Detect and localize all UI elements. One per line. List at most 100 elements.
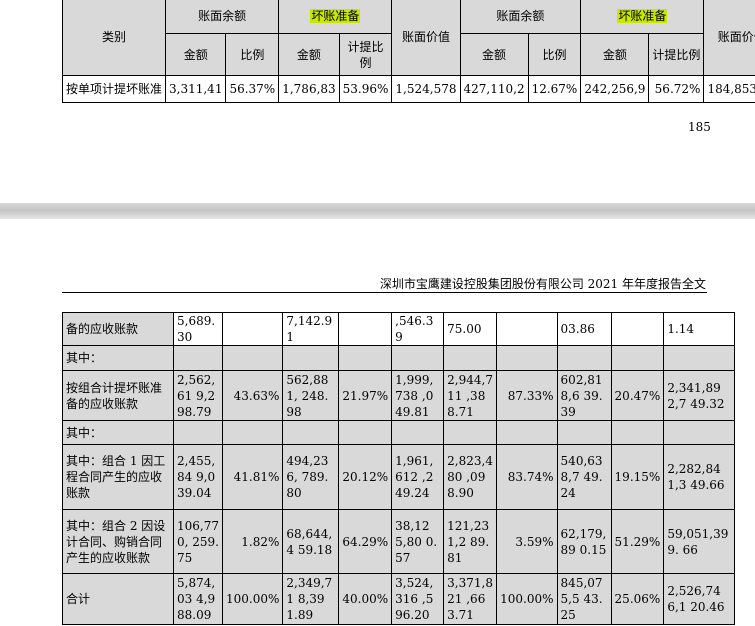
cell — [496, 345, 558, 371]
cell: 2,526,746,1 20.46 — [663, 573, 736, 625]
table-row: 其中： — [62, 420, 736, 445]
cell: 1.82% — [221, 509, 284, 574]
cell — [496, 312, 558, 346]
cell: 3,524,316 ,596.20 — [391, 573, 445, 625]
cell — [610, 345, 665, 371]
row-label: 按单项计提坏账准 — [61, 75, 167, 103]
cell: 2,562,61 9,298.79 — [173, 370, 223, 421]
cell: 53.96% — [338, 75, 393, 103]
cell — [221, 312, 284, 346]
table-row: 合计 5,874,03 4,988.09 100.00% 2,349,71 8,391… — [62, 573, 736, 625]
cell: 68,644,4 59.18 — [282, 509, 340, 574]
cell: 1,786,83 — [278, 75, 340, 103]
receivables-table-bottom: 备的应收账款 5,689.30 7,142.91 ,546.39 75.00 03.86 1… — [62, 312, 736, 625]
sub-amount: 金额 — [278, 33, 340, 76]
cell — [338, 420, 393, 445]
cell: 83.74% — [496, 444, 558, 510]
header-book-value-2: 账面价值 — [703, 0, 755, 76]
cell: 64.29% — [338, 509, 393, 574]
cell: 03.86 — [556, 312, 612, 346]
cell: 184,853,37 — [703, 75, 755, 103]
cell — [173, 420, 223, 445]
cell — [338, 312, 393, 346]
cell — [443, 420, 498, 445]
row-label: 合计 — [62, 573, 174, 625]
sub-amount: 金额 — [165, 33, 227, 76]
cell: 56.72% — [648, 75, 705, 103]
header-book-balance-2: 账面余额 — [459, 0, 582, 34]
page-gap — [0, 203, 755, 219]
cell — [443, 345, 498, 371]
page-bottom: 深圳市宝鹰建设控股集团股份有限公司 2021 年年度报告全文 备的应收账款 5,6… — [0, 219, 755, 626]
cell: 2,282,841,3 49.66 — [663, 444, 736, 510]
cell: 100.00% — [496, 573, 558, 625]
cell — [338, 345, 393, 371]
cell: 38,125,80 0.57 — [391, 509, 445, 574]
cell: 540,638,7 49.24 — [556, 444, 612, 510]
header-category: 类别 — [61, 0, 167, 76]
cell: 43.63% — [221, 370, 284, 421]
sub-ratio: 比例 — [527, 33, 582, 76]
cell: 1.14 — [663, 312, 736, 346]
cell: 3,311,41 — [165, 75, 227, 103]
cell: 3,371,821 ,663.71 — [443, 573, 498, 625]
cell: 242,256,9 — [580, 75, 650, 103]
header-book-value: 账面价值 — [391, 0, 461, 76]
cell: 7,142.91 — [282, 312, 340, 346]
cell: 121,231,2 89.81 — [443, 509, 498, 574]
cell: 20.47% — [610, 370, 665, 421]
cell: 427,110,2 — [459, 75, 529, 103]
cell — [221, 345, 284, 371]
cell: 20.12% — [338, 444, 393, 510]
header-bad-debt: 坏账准备 — [278, 0, 393, 34]
cell: 3.59% — [496, 509, 558, 574]
table-row: 备的应收账款 5,689.30 7,142.91 ,546.39 75.00 03.86 1… — [62, 312, 736, 346]
cell: 12.67% — [527, 75, 582, 103]
row-label: 按组合计提坏账准备的应收账款 — [62, 370, 174, 421]
cell: 100.00% — [221, 573, 284, 625]
table-row: 其中： — [62, 345, 736, 371]
cell: 2,823,480 ,098.90 — [443, 444, 498, 510]
receivables-table-top: 类别 账面余额 坏账准备 账面价值 账面余额 坏账准备 账面价值 金额 比例 金… — [61, 0, 755, 103]
row-label: 备的应收账款 — [62, 312, 174, 346]
cell — [391, 420, 445, 445]
cell: 40.00% — [338, 573, 393, 625]
cell: 41.81% — [221, 444, 284, 510]
sub-provision-ratio: 计提比例 — [338, 33, 393, 76]
cell — [556, 420, 612, 445]
cell — [556, 345, 612, 371]
page-top: 类别 账面余额 坏账准备 账面价值 账面余额 坏账准备 账面价值 金额 比例 金… — [0, 0, 755, 203]
cell: 2,944,711 ,388.71 — [443, 370, 498, 421]
cell — [221, 420, 284, 445]
cell: 62,179,89 0.15 — [556, 509, 612, 574]
cell: 1,999,738 ,049.81 — [391, 370, 445, 421]
sub-ratio: 比例 — [225, 33, 280, 76]
cell: 19.15% — [610, 444, 665, 510]
row-label: 其中： — [62, 345, 174, 371]
cell — [282, 420, 340, 445]
cell: 2,455,84 9,039.04 — [173, 444, 223, 510]
cell — [282, 345, 340, 371]
page-number: 185 — [688, 120, 711, 134]
cell — [663, 420, 736, 445]
cell: 494,236, 789.80 — [282, 444, 340, 510]
cell — [610, 312, 665, 346]
sub-amount: 金额 — [459, 33, 529, 76]
table-row: 其中：组合 2 因设计合同、购销合同产生的应收账款 106,770, 259.75… — [62, 509, 736, 574]
cell: 1,524,578 — [391, 75, 461, 103]
cell: 5,689.30 — [173, 312, 223, 346]
cell: 2,349,71 8,391.89 — [282, 573, 340, 625]
header-bad-debt-2: 坏账准备 — [580, 0, 705, 34]
cell: 75.00 — [443, 312, 498, 346]
cell: ,546.39 — [391, 312, 445, 346]
cell: 845,075,5 43.25 — [556, 573, 612, 625]
cell: 56.37% — [225, 75, 280, 103]
cell — [663, 345, 736, 371]
table-row: 按组合计提坏账准备的应收账款 2,562,61 9,298.79 43.63% 562… — [62, 370, 736, 421]
cell: 59,051,399. 66 — [663, 509, 736, 574]
cell: 562,881, 248.98 — [282, 370, 340, 421]
cell: 602,818,6 39.39 — [556, 370, 612, 421]
cell — [610, 420, 665, 445]
header-rule — [62, 292, 707, 293]
sub-amount: 金额 — [580, 33, 650, 76]
